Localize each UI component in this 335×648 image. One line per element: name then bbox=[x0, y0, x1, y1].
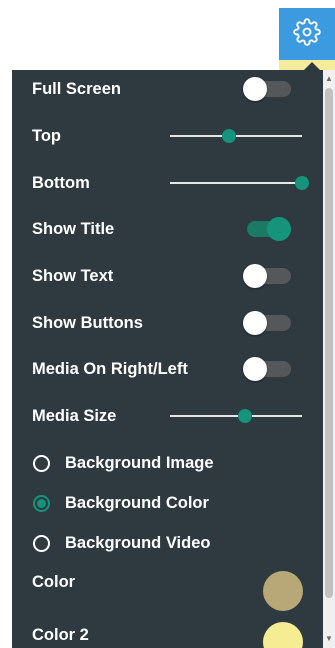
row-full-screen: Full Screen bbox=[12, 74, 323, 104]
bottom-label: Bottom bbox=[32, 174, 90, 192]
radio-button[interactable] bbox=[33, 495, 50, 512]
scroll-up-arrow-icon[interactable]: ▲ bbox=[323, 72, 335, 86]
background-color-label: Background Color bbox=[65, 494, 209, 512]
radio-background-color[interactable]: Background Color bbox=[12, 488, 323, 518]
bottom-slider-thumb[interactable] bbox=[295, 176, 309, 190]
radio-button[interactable] bbox=[33, 535, 50, 552]
top-slider[interactable] bbox=[170, 129, 302, 143]
show-buttons-label: Show Buttons bbox=[32, 314, 143, 332]
row-media-size: Media Size bbox=[12, 401, 323, 431]
show-title-toggle[interactable] bbox=[243, 217, 291, 241]
color-label: Color bbox=[32, 573, 76, 591]
full-screen-label: Full Screen bbox=[32, 80, 121, 98]
panel-scrollbar[interactable]: ▲ ▼ bbox=[323, 70, 335, 648]
gear-icon bbox=[293, 17, 321, 51]
row-bottom: Bottom bbox=[12, 168, 323, 198]
media-side-toggle[interactable] bbox=[243, 357, 291, 381]
radio-button[interactable] bbox=[33, 455, 50, 472]
media-size-slider[interactable] bbox=[170, 409, 302, 423]
radio-background-video[interactable]: Background Video bbox=[12, 528, 323, 558]
background-image-label: Background Image bbox=[65, 454, 214, 472]
row-show-title: Show Title bbox=[12, 214, 323, 244]
color-swatch[interactable] bbox=[263, 571, 303, 611]
radio-background-image[interactable]: Background Image bbox=[12, 448, 323, 478]
row-show-buttons: Show Buttons bbox=[12, 308, 323, 338]
top-label: Top bbox=[32, 127, 62, 145]
media-side-label: Media On Right/Left bbox=[32, 360, 188, 378]
show-title-label: Show Title bbox=[32, 220, 115, 238]
color-2-label: Color 2 bbox=[32, 626, 89, 644]
row-show-text: Show Text bbox=[12, 261, 323, 291]
show-text-label: Show Text bbox=[32, 267, 114, 285]
media-size-label: Media Size bbox=[32, 407, 117, 425]
top-slider-thumb[interactable] bbox=[222, 129, 237, 143]
row-media-side: Media On Right/Left bbox=[12, 354, 323, 384]
show-buttons-toggle[interactable] bbox=[243, 311, 291, 335]
settings-panel: Full Screen Top Bottom Show Title Show T… bbox=[12, 70, 323, 648]
full-screen-toggle[interactable] bbox=[243, 77, 291, 101]
bottom-slider[interactable] bbox=[170, 176, 309, 190]
settings-button[interactable] bbox=[279, 8, 335, 60]
background-video-label: Background Video bbox=[65, 534, 211, 552]
row-top: Top bbox=[12, 121, 323, 151]
scroll-down-arrow-icon[interactable]: ▼ bbox=[323, 632, 335, 646]
scrollbar-thumb[interactable] bbox=[325, 88, 333, 598]
show-text-toggle[interactable] bbox=[243, 264, 291, 288]
media-size-slider-thumb[interactable] bbox=[238, 409, 253, 423]
